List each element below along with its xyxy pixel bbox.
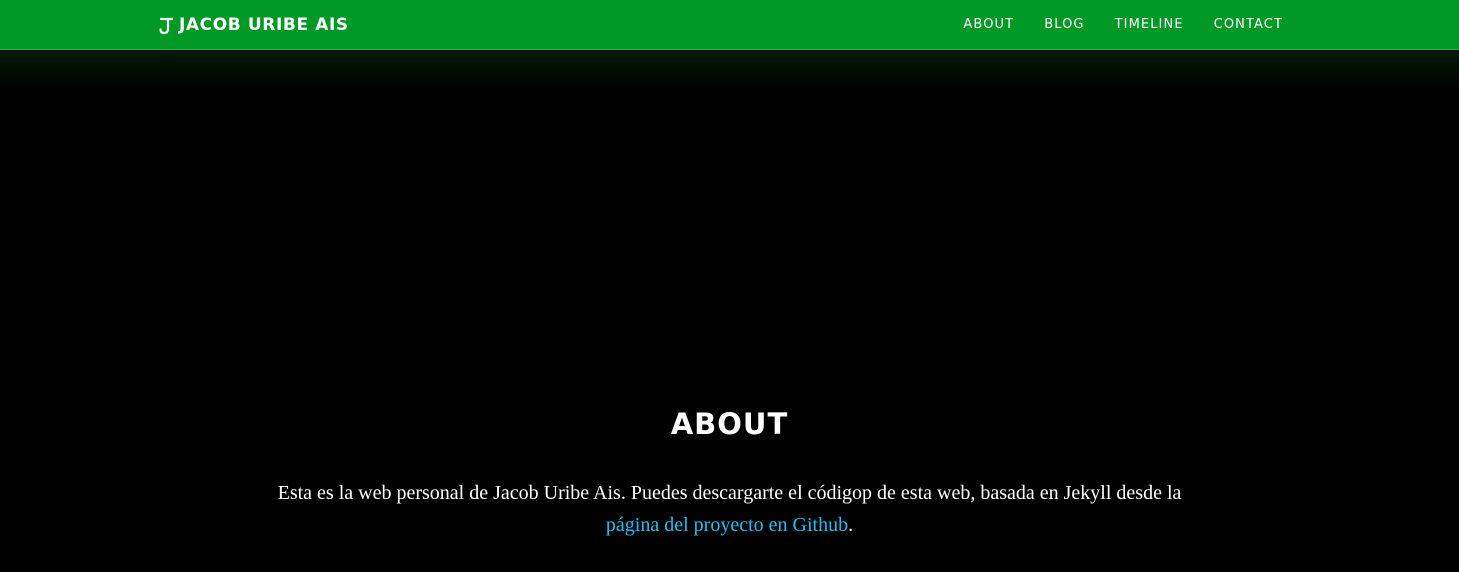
nav-about-link[interactable]: ABOUT: [963, 15, 1014, 35]
nav-contact-link[interactable]: CONTACT: [1214, 15, 1283, 35]
about-text-end: .: [848, 514, 854, 536]
github-project-link[interactable]: página del proyecto en Github: [606, 514, 848, 536]
brand-name: JACOB URIBE AIS: [179, 15, 349, 35]
brand-home-link[interactable]: JACOB URIBE AIS: [158, 14, 349, 36]
about-text-intro: Esta es la web personal de Jacob Uribe A…: [277, 482, 1182, 504]
about-heading: ABOUT: [670, 407, 789, 441]
top-navbar: JACOB URIBE AIS ABOUT BLOG TIMELINE CONT…: [0, 0, 1459, 50]
main-nav: ABOUT BLOG TIMELINE CONTACT: [963, 15, 1283, 35]
about-paragraph: Esta es la web personal de Jacob Uribe A…: [260, 477, 1199, 541]
nav-timeline-link[interactable]: TIMELINE: [1115, 15, 1184, 35]
jacob-monogram-icon: [158, 15, 174, 35]
nav-blog-link[interactable]: BLOG: [1044, 15, 1084, 35]
